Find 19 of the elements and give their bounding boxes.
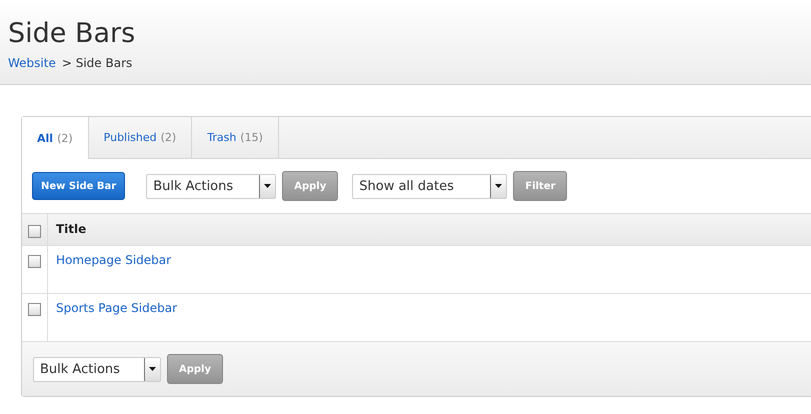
page-title: Side Bars [8, 17, 136, 51]
new-side-bar-button[interactable]: New Side Bar [32, 172, 126, 200]
caret-icon [495, 184, 502, 188]
sidebar-title-link[interactable]: Homepage Sidebar [48, 246, 172, 269]
breadcrumb-current: > Side Bars [62, 56, 132, 70]
select-all-checkbox[interactable] [28, 225, 41, 238]
filter-tab[interactable]: Trash (15) [192, 117, 279, 158]
sidebar-title-link[interactable]: Sports Page Sidebar [48, 294, 178, 317]
bulk-actions-select[interactable]: Bulk Actions [146, 174, 276, 198]
row-checkbox[interactable] [28, 303, 41, 316]
date-select[interactable]: Show all dates [352, 174, 508, 198]
row-checkbox[interactable] [28, 255, 41, 268]
breadcrumb-link[interactable]: Website [8, 56, 56, 70]
caret-icon [149, 367, 156, 371]
column-header: Title [55, 221, 86, 238]
bulk-actions-select[interactable]: Bulk Actions [33, 356, 161, 382]
caret-icon [264, 184, 272, 188]
filter-tab[interactable]: All (2) [22, 117, 89, 159]
filter-tab[interactable]: Published (2) [88, 117, 192, 158]
